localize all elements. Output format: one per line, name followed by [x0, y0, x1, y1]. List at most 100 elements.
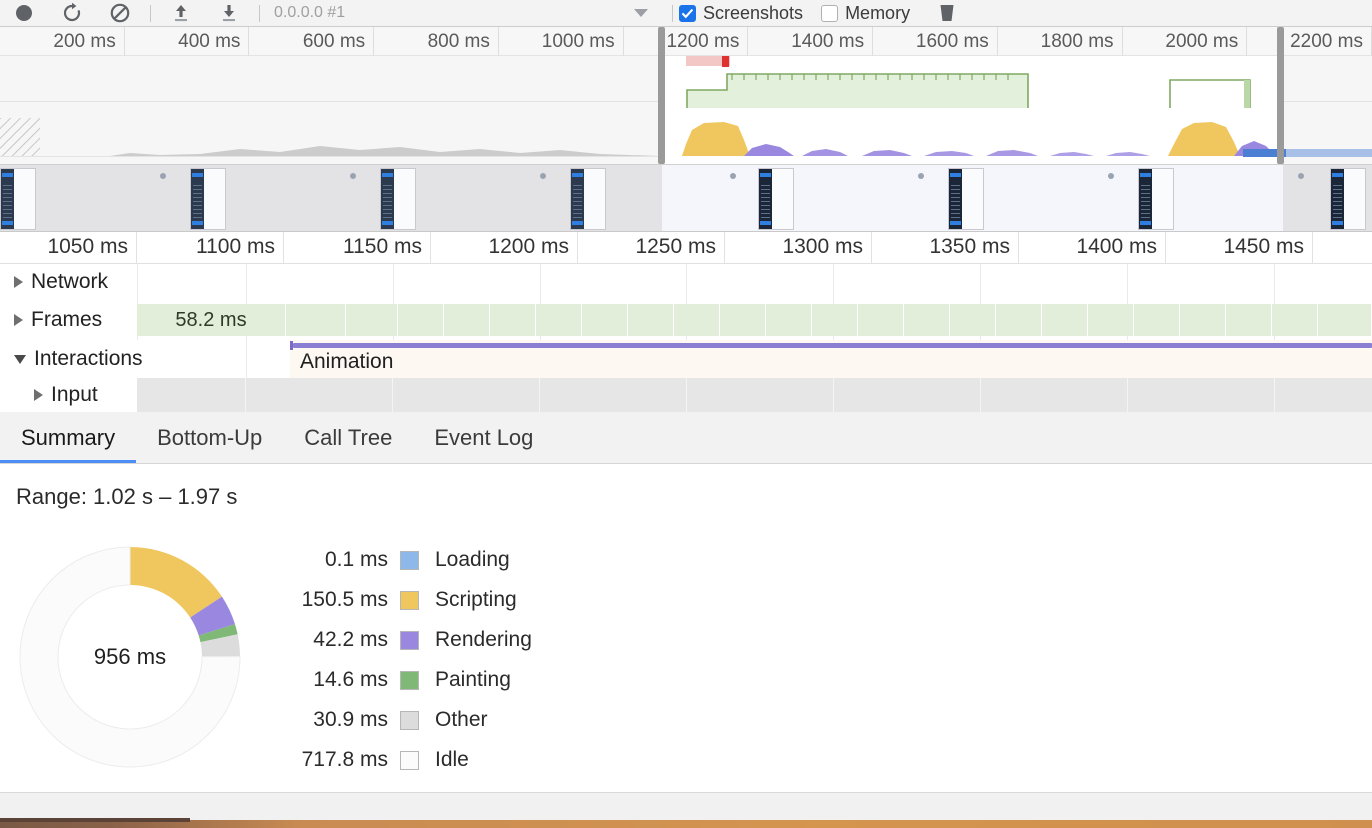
- track-network-header[interactable]: Network: [0, 264, 109, 300]
- toolbar-divider: [150, 4, 151, 22]
- history-dropdown-value[interactable]: 0.0.0.0 #1: [266, 2, 616, 24]
- legend-row[interactable]: 150.5 ms Scripting: [268, 580, 532, 620]
- overview-graph: [0, 27, 1372, 164]
- timeline-tick: 1100 ms: [137, 232, 284, 264]
- frame-box: [490, 304, 536, 336]
- overview-dim-right[interactable]: [1283, 56, 1372, 164]
- chevron-down-icon[interactable]: [616, 6, 666, 20]
- overview-tick: 800 ms: [374, 27, 499, 56]
- status-bar: [0, 792, 1372, 820]
- filmstrip-screenshot[interactable]: [1330, 168, 1366, 230]
- timeline-tick: 1500 ms: [1313, 232, 1372, 264]
- screenshots-checkbox[interactable]: Screenshots: [679, 3, 803, 24]
- overview-tick: 1600 ms: [873, 27, 998, 56]
- frame-box: [812, 304, 858, 336]
- chevron-right-icon[interactable]: [34, 389, 43, 401]
- input-lane[interactable]: [137, 378, 1372, 412]
- overview-tick: 1400 ms: [748, 27, 874, 56]
- animation-bar[interactable]: [293, 343, 1372, 348]
- frame-box: [444, 304, 490, 336]
- filmstrip-track[interactable]: [0, 164, 1372, 232]
- record-button[interactable]: [0, 0, 48, 26]
- chevron-right-icon[interactable]: [14, 276, 23, 288]
- overview-dim-left[interactable]: [0, 56, 662, 164]
- legend-row[interactable]: 717.8 ms Idle: [268, 740, 532, 780]
- frame-box: [1134, 304, 1180, 336]
- legend-row[interactable]: 30.9 ms Other: [268, 700, 532, 740]
- track-frames[interactable]: 58.2 ms Frames: [0, 300, 1372, 340]
- track-input-label: Input: [51, 383, 98, 406]
- frame-box: [996, 304, 1042, 336]
- frame-box: [858, 304, 904, 336]
- timeline-ruler[interactable]: 1050 ms 1100 ms 1150 ms 1200 ms 1250 ms 1300 …: [0, 232, 1372, 264]
- filmstrip-marker-dot: [160, 173, 166, 179]
- legend-value: 0.1 ms: [324, 548, 388, 571]
- frame-box: [720, 304, 766, 336]
- frame-box: [536, 304, 582, 336]
- filmstrip-screenshot[interactable]: [570, 168, 606, 230]
- overview-tick: 200 ms: [0, 27, 125, 56]
- filmstrip-screenshot[interactable]: [190, 168, 226, 230]
- overview-tick: 1000 ms: [499, 27, 624, 56]
- screenshots-checkbox-box[interactable]: [679, 4, 696, 22]
- timeline-overview[interactable]: 200 ms 400 ms 600 ms 800 ms 1000 ms 1200 ms 14…: [0, 27, 1372, 164]
- filmstrip-screenshot[interactable]: [1138, 168, 1174, 230]
- reload-icon[interactable]: [48, 0, 96, 26]
- filmstrip-screenshot[interactable]: [0, 168, 36, 230]
- memory-checkbox-box[interactable]: [821, 4, 839, 22]
- legend-value: 30.9 ms: [313, 708, 388, 731]
- track-network-label: Network: [31, 270, 109, 293]
- chevron-right-icon[interactable]: [14, 314, 23, 326]
- overview-tick: 600 ms: [249, 27, 375, 56]
- tab-event-log[interactable]: Event Log: [413, 412, 554, 463]
- flamechart-tracks[interactable]: Network 58.2 ms Frames Animation Interac…: [0, 264, 1372, 412]
- filmstrip-screenshot[interactable]: [758, 168, 794, 230]
- overview-tick: 1200 ms: [624, 27, 749, 56]
- legend-value: 14.6 ms: [313, 668, 388, 691]
- legend-label: Loading: [435, 548, 510, 571]
- track-input[interactable]: Input: [0, 378, 1372, 412]
- details-tabbar[interactable]: Summary Bottom-Up Call Tree Event Log: [0, 412, 1372, 464]
- devtools-performance-panel: 0.0.0.0 #1 Screenshots Memory 200 ms 400 …: [0, 0, 1372, 828]
- frame-box: [674, 304, 720, 336]
- frame-box: [1042, 304, 1088, 336]
- filmstrip-screenshot[interactable]: [948, 168, 984, 230]
- tab-call-tree[interactable]: Call Tree: [283, 412, 413, 463]
- tab-bottom-up[interactable]: Bottom-Up: [136, 412, 283, 463]
- overview-tick: 400 ms: [125, 27, 250, 56]
- upload-arrow-icon[interactable]: [157, 0, 205, 26]
- legend-row[interactable]: 42.2 ms Rendering: [268, 620, 532, 660]
- legend-value: 717.8 ms: [301, 748, 388, 771]
- track-frames-header[interactable]: Frames: [0, 300, 103, 340]
- performance-toolbar: 0.0.0.0 #1 Screenshots Memory: [0, 0, 1372, 27]
- overview-window-right-handle[interactable]: [1277, 27, 1284, 164]
- chevron-down-icon[interactable]: [14, 354, 26, 364]
- track-input-header[interactable]: Input: [0, 378, 98, 412]
- filmstrip-marker-dot: [1298, 173, 1304, 179]
- track-interactions[interactable]: Animation Interactions: [0, 340, 1372, 378]
- frame-box: [1272, 304, 1318, 336]
- overview-ruler[interactable]: 200 ms 400 ms 600 ms 800 ms 1000 ms 1200 ms 14…: [0, 27, 1372, 56]
- timeline-tick: 1050 ms: [0, 232, 137, 264]
- background-window-edge-dark: [0, 818, 190, 822]
- frame-box: [582, 304, 628, 336]
- trash-icon[interactable]: [928, 2, 966, 24]
- filmstrip-screenshot[interactable]: [380, 168, 416, 230]
- download-arrow-icon[interactable]: [205, 0, 253, 26]
- tab-summary[interactable]: Summary: [0, 412, 136, 463]
- overview-window-left-handle[interactable]: [658, 27, 665, 164]
- legend-row[interactable]: 14.6 ms Painting: [268, 660, 532, 700]
- timeline-tick: 1400 ms: [1019, 232, 1166, 264]
- frames-lane[interactable]: 58.2 ms: [137, 304, 1372, 336]
- legend-value: 150.5 ms: [301, 588, 388, 611]
- track-interactions-header[interactable]: Interactions: [0, 340, 143, 378]
- legend-swatch-painting: [400, 670, 419, 690]
- timeline-tick: 1150 ms: [284, 232, 431, 264]
- clear-prohibited-icon[interactable]: [96, 0, 144, 26]
- legend-row[interactable]: 0.1 ms Loading: [268, 540, 532, 580]
- memory-checkbox[interactable]: Memory: [821, 3, 910, 24]
- frame-box: [628, 304, 674, 336]
- legend-label: Scripting: [435, 588, 517, 611]
- frame-box: [346, 304, 398, 336]
- track-network[interactable]: Network: [0, 264, 1372, 300]
